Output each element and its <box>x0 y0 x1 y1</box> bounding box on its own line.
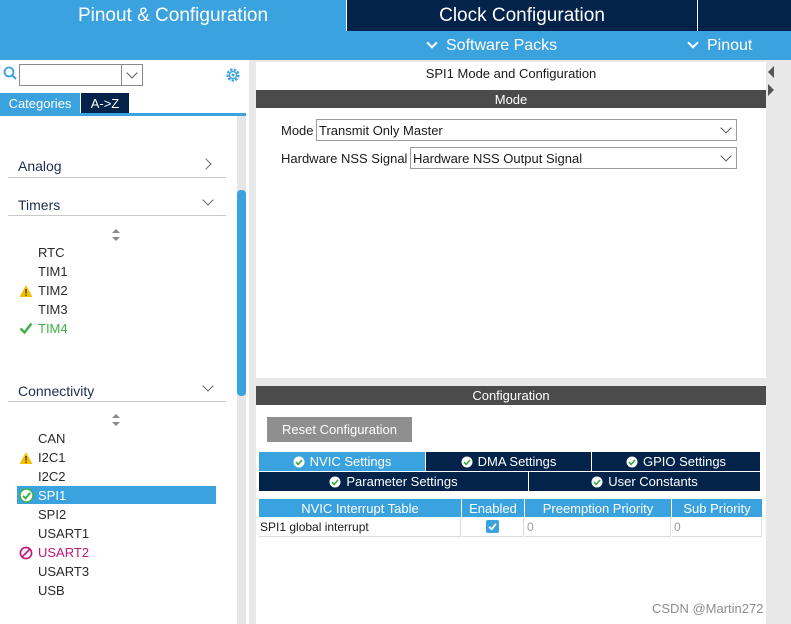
tab-label: User Constants <box>608 474 698 489</box>
list-item-tim3[interactable]: TIM3 <box>38 302 68 317</box>
tab-parameter-settings[interactable]: Parameter Settings <box>259 472 528 491</box>
search-dropdown-button[interactable] <box>121 64 143 86</box>
mode-panel <box>256 62 766 378</box>
collapse-panel-icon[interactable] <box>766 62 776 102</box>
column-header-enabled[interactable]: Enabled <box>462 499 524 517</box>
tab-user-constants[interactable]: User Constants <box>529 472 760 491</box>
software-packs-label: Software Packs <box>446 36 558 54</box>
pinout-menu[interactable]: Pinout <box>687 31 753 60</box>
tab-pinout-configuration[interactable]: Pinout & Configuration <box>0 0 346 31</box>
sidebar-divider <box>0 113 246 116</box>
enabled-checkbox[interactable] <box>486 520 499 533</box>
category-divider <box>8 215 226 216</box>
list-item-tim4[interactable]: TIM4 <box>38 321 68 336</box>
chevron-down-icon <box>720 150 732 162</box>
tab-gpio-settings[interactable]: GPIO Settings <box>592 452 760 471</box>
tab-nvic-settings[interactable]: NVIC Settings <box>259 452 425 471</box>
sidebar-scrollbar-thumb[interactable] <box>237 190 246 396</box>
mode-select[interactable]: Transmit Only Master <box>316 119 737 141</box>
category-divider <box>8 401 226 402</box>
column-header-preemption[interactable]: Preemption Priority <box>525 499 671 517</box>
configuration-section-header: Configuration <box>256 386 766 405</box>
list-item-usart3[interactable]: USART3 <box>38 564 89 579</box>
pinout-menu-label: Pinout <box>707 36 753 54</box>
tab-label: GPIO Settings <box>642 454 727 469</box>
secondary-toolbar <box>0 31 791 60</box>
warning-icon <box>19 285 33 297</box>
categories-button[interactable]: Categories <box>0 93 80 113</box>
check-circle-icon <box>19 488 34 503</box>
disabled-icon <box>19 546 33 560</box>
mode-select-value: Transmit Only Master <box>319 123 443 138</box>
list-item-spi2[interactable]: SPI2 <box>38 507 66 522</box>
gear-icon[interactable] <box>224 66 242 84</box>
sort-icon[interactable] <box>111 414 121 426</box>
category-timers[interactable]: Timers <box>18 197 60 213</box>
list-item-rtc[interactable]: RTC <box>38 245 64 260</box>
tab-dma-settings[interactable]: DMA Settings <box>426 452 591 471</box>
sort-icon[interactable] <box>111 229 121 241</box>
reset-configuration-button[interactable]: Reset Configuration <box>267 417 412 442</box>
left-sidebar <box>0 60 246 624</box>
tab-label: DMA Settings <box>477 454 557 469</box>
list-item-i2c2[interactable]: I2C2 <box>38 469 65 484</box>
tab-clock-configuration[interactable]: Clock Configuration <box>347 0 697 31</box>
checkmark-icon <box>488 523 497 531</box>
chevron-down-icon <box>720 122 732 134</box>
check-circle-icon <box>461 456 473 467</box>
mode-section-header: Mode <box>256 90 766 108</box>
chevron-down-icon <box>426 37 438 49</box>
nss-select-value: Hardware NSS Output Signal <box>413 151 583 166</box>
atoz-button[interactable]: A->Z <box>81 93 129 113</box>
tab-extra[interactable] <box>698 0 791 31</box>
nss-label: Hardware NSS Signal <box>281 151 408 166</box>
chevron-down-icon <box>687 37 699 49</box>
check-circle-icon <box>293 456 305 467</box>
check-circle-icon <box>591 476 603 487</box>
list-item-tim2[interactable]: TIM2 <box>38 283 68 298</box>
list-item-tim1[interactable]: TIM1 <box>38 264 68 279</box>
list-item-usart1[interactable]: USART1 <box>38 526 89 541</box>
category-connectivity[interactable]: Connectivity <box>18 383 94 399</box>
column-header-sub-priority[interactable]: Sub Priority <box>672 499 762 517</box>
list-item-spi1[interactable]: SPI1 <box>38 488 66 503</box>
warning-icon <box>19 452 33 464</box>
software-packs-menu[interactable]: Software Packs <box>426 31 558 60</box>
nss-select[interactable]: Hardware NSS Output Signal <box>410 147 737 169</box>
page-title: SPI1 Mode and Configuration <box>425 66 597 81</box>
category-divider <box>8 177 226 178</box>
checkmark-icon <box>19 322 33 335</box>
check-circle-icon <box>626 456 638 467</box>
list-item-usb[interactable]: USB <box>38 583 65 598</box>
chevron-down-icon <box>126 67 138 79</box>
search-input[interactable] <box>19 64 122 86</box>
tab-label: Parameter Settings <box>346 474 458 489</box>
search-icon[interactable] <box>3 66 17 80</box>
watermark: CSDN @Martin272 <box>652 601 764 616</box>
table-cell-sub-priority[interactable]: 0 <box>672 518 762 537</box>
table-cell-preemption[interactable]: 0 <box>525 518 671 537</box>
list-item-usart2[interactable]: USART2 <box>38 545 89 560</box>
mode-label: Mode <box>281 123 314 138</box>
list-item-can[interactable]: CAN <box>38 431 65 446</box>
list-item-i2c1[interactable]: I2C1 <box>38 450 65 465</box>
check-circle-icon <box>329 476 341 487</box>
category-analog[interactable]: Analog <box>18 158 62 174</box>
table-cell-interrupt-name: SPI1 global interrupt <box>259 518 461 537</box>
tab-label: NVIC Settings <box>309 454 392 469</box>
column-header-interrupt[interactable]: NVIC Interrupt Table <box>259 499 461 517</box>
